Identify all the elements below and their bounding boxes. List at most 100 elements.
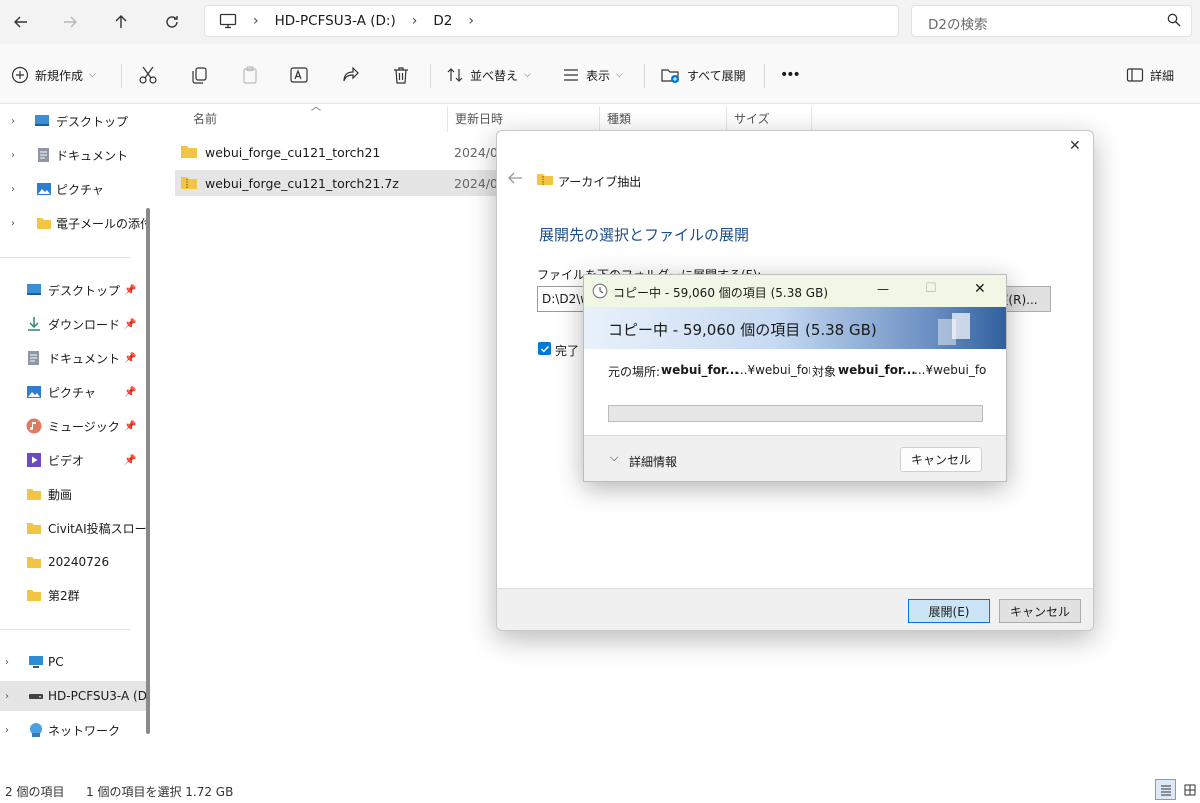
search-input[interactable]: D2の検索: [911, 5, 1192, 37]
maximize-button[interactable]: ☐: [925, 281, 937, 296]
download-icon: [26, 316, 42, 332]
from-path: ...¥webui_for: [736, 363, 810, 377]
share-button[interactable]: [341, 61, 361, 89]
checkbox-label: 完了: [555, 344, 580, 358]
chevron-down-icon[interactable]: ⌵: [610, 451, 618, 465]
quick-access-music[interactable]: ミュージック 📌: [0, 411, 150, 441]
dialog-titlebar: コピー中 - 59,060 個の項目 (5.38 GB) — ☐ ✕: [584, 275, 1006, 307]
clipboard-icon: [243, 66, 257, 84]
quick-access-videos[interactable]: ビデオ 📌: [0, 445, 150, 475]
column-divider[interactable]: [726, 106, 727, 132]
document-icon: [36, 147, 52, 163]
address-bar: › HD-PCFSU3-A (D:) › D2 › D2の検索: [0, 0, 1200, 44]
delete-button[interactable]: [391, 61, 411, 89]
folder-icon: [26, 486, 42, 502]
back-arrow-icon: [508, 172, 522, 184]
back-arrow-icon: [14, 16, 27, 28]
quick-access-pictures[interactable]: ピクチャ 📌: [0, 377, 150, 407]
details-toggle[interactable]: 詳細情報: [629, 453, 677, 470]
sidebar-scrollbar[interactable]: [146, 208, 150, 734]
chevron-right-icon: ›: [411, 13, 418, 29]
zip-folder-icon: [537, 173, 553, 188]
show-files-checkbox[interactable]: [538, 342, 551, 355]
sidebar-item-email-attachments[interactable]: › 電子メールの添付: [0, 208, 150, 238]
minimize-button[interactable]: —: [877, 282, 889, 296]
copy-button[interactable]: [189, 61, 209, 89]
quick-access-20240726-folder[interactable]: 20240726: [0, 547, 150, 577]
sidebar-item-network[interactable]: › ネットワーク: [0, 715, 150, 745]
quick-access-downloads[interactable]: ダウンロード 📌: [0, 309, 150, 339]
chevron-right-icon[interactable]: ›: [5, 725, 9, 736]
column-header-name[interactable]: 名前: [193, 104, 217, 132]
close-button[interactable]: ✕: [1069, 138, 1081, 154]
sort-button[interactable]: 並べ替え ⌵: [446, 61, 531, 89]
quick-access-desktop[interactable]: デスクトップ 📌: [0, 275, 150, 305]
from-value[interactable]: webui_for...: [661, 363, 739, 377]
column-divider[interactable]: [447, 106, 448, 132]
cancel-button[interactable]: キャンセル: [999, 599, 1081, 623]
extract-button[interactable]: 展開(E): [908, 599, 990, 623]
sidebar-item-pc[interactable]: › PC: [0, 647, 150, 677]
column-header-size[interactable]: サイズ: [734, 104, 770, 132]
breadcrumb-drive[interactable]: HD-PCFSU3-A (D:): [275, 13, 396, 29]
paste-button[interactable]: [240, 61, 260, 89]
dialog-footer: 展開(E) キャンセル: [497, 588, 1093, 630]
sidebar-item-pictures[interactable]: › ピクチャ: [0, 174, 150, 204]
chevron-right-icon[interactable]: ›: [468, 13, 474, 29]
quick-access-documents[interactable]: ドキュメント 📌: [0, 343, 150, 373]
sidebar-item-label: デスクトップ: [48, 283, 121, 298]
breadcrumb-folder[interactable]: D2: [433, 13, 452, 29]
more-options-button[interactable]: •••: [780, 61, 801, 89]
breadcrumb[interactable]: › HD-PCFSU3-A (D:) › D2 ›: [204, 5, 899, 37]
status-bar: 2 個の項目 1 個の項目を選択 1.72 GB: [0, 776, 1200, 803]
details-view-icon: [1160, 785, 1171, 795]
back-button[interactable]: [507, 171, 523, 188]
column-divider[interactable]: [811, 106, 812, 132]
chevron-right-icon[interactable]: ›: [11, 218, 15, 229]
divider: [0, 629, 130, 630]
cut-button[interactable]: [138, 61, 158, 89]
view-button[interactable]: 表示 ⌵: [562, 61, 623, 89]
back-button[interactable]: [7, 8, 35, 36]
sidebar-item-drive[interactable]: › HD-PCFSU3-A (D:): [0, 681, 150, 711]
chevron-right-icon[interactable]: ›: [11, 150, 15, 161]
chevron-right-icon: ›: [253, 13, 259, 29]
to-label: 対象: [812, 365, 837, 379]
pin-icon: 📌: [124, 420, 137, 432]
file-name: webui_forge_cu121_torch21: [205, 144, 381, 160]
quick-access-civitai-folder[interactable]: CivitAI投稿スロー: [0, 513, 150, 543]
chevron-right-icon[interactable]: ›: [11, 184, 15, 195]
refresh-button[interactable]: [158, 8, 186, 36]
cancel-button[interactable]: キャンセル: [900, 447, 982, 472]
close-button[interactable]: ✕: [974, 281, 986, 297]
tiles-view-toggle[interactable]: [1180, 780, 1200, 800]
to-value[interactable]: webui_for...: [838, 363, 916, 377]
view-label: 表示: [586, 68, 611, 83]
details-view-toggle[interactable]: [1155, 779, 1176, 800]
extract-folder-icon: [661, 69, 679, 83]
chevron-right-icon[interactable]: ›: [5, 691, 9, 702]
list-view-icon: [564, 69, 578, 81]
new-button[interactable]: 新規作成 ⌵: [11, 61, 96, 89]
document-icon: [26, 350, 42, 366]
column-divider[interactable]: [599, 106, 600, 132]
up-button[interactable]: [107, 8, 135, 36]
quick-access-group2-folder[interactable]: 第2群: [0, 580, 150, 610]
sidebar-item-label: CivitAI投稿スロー: [48, 521, 147, 536]
sidebar-item-documents[interactable]: › ドキュメント: [0, 140, 150, 170]
chevron-right-icon[interactable]: ›: [5, 657, 9, 668]
sidebar-item-label: 電子メールの添付: [56, 216, 150, 231]
forward-button[interactable]: [56, 8, 84, 36]
sidebar-item-label: PC: [48, 655, 64, 669]
column-header-date[interactable]: 更新日時: [455, 104, 503, 132]
command-bar: 新規作成 ⌵ 並べ替え ⌵ 表示 ⌵ すべて展開 ••• 詳細: [0, 44, 1200, 104]
chevron-right-icon[interactable]: ›: [11, 116, 15, 127]
sidebar-item-desktop[interactable]: › デスクトップ: [0, 106, 150, 136]
details-pane-button[interactable]: 詳細: [1126, 61, 1174, 89]
rename-button[interactable]: [289, 61, 309, 89]
expand-all-button[interactable]: すべて展開: [661, 61, 746, 89]
quick-access-movies-folder[interactable]: 動画: [0, 479, 150, 509]
table-row[interactable]: webui_forge_cu121_torch21.7z 2024/02: [175, 170, 509, 196]
table-row[interactable]: webui_forge_cu121_torch21 2024/07: [175, 139, 509, 165]
column-header-type[interactable]: 種類: [607, 104, 631, 132]
